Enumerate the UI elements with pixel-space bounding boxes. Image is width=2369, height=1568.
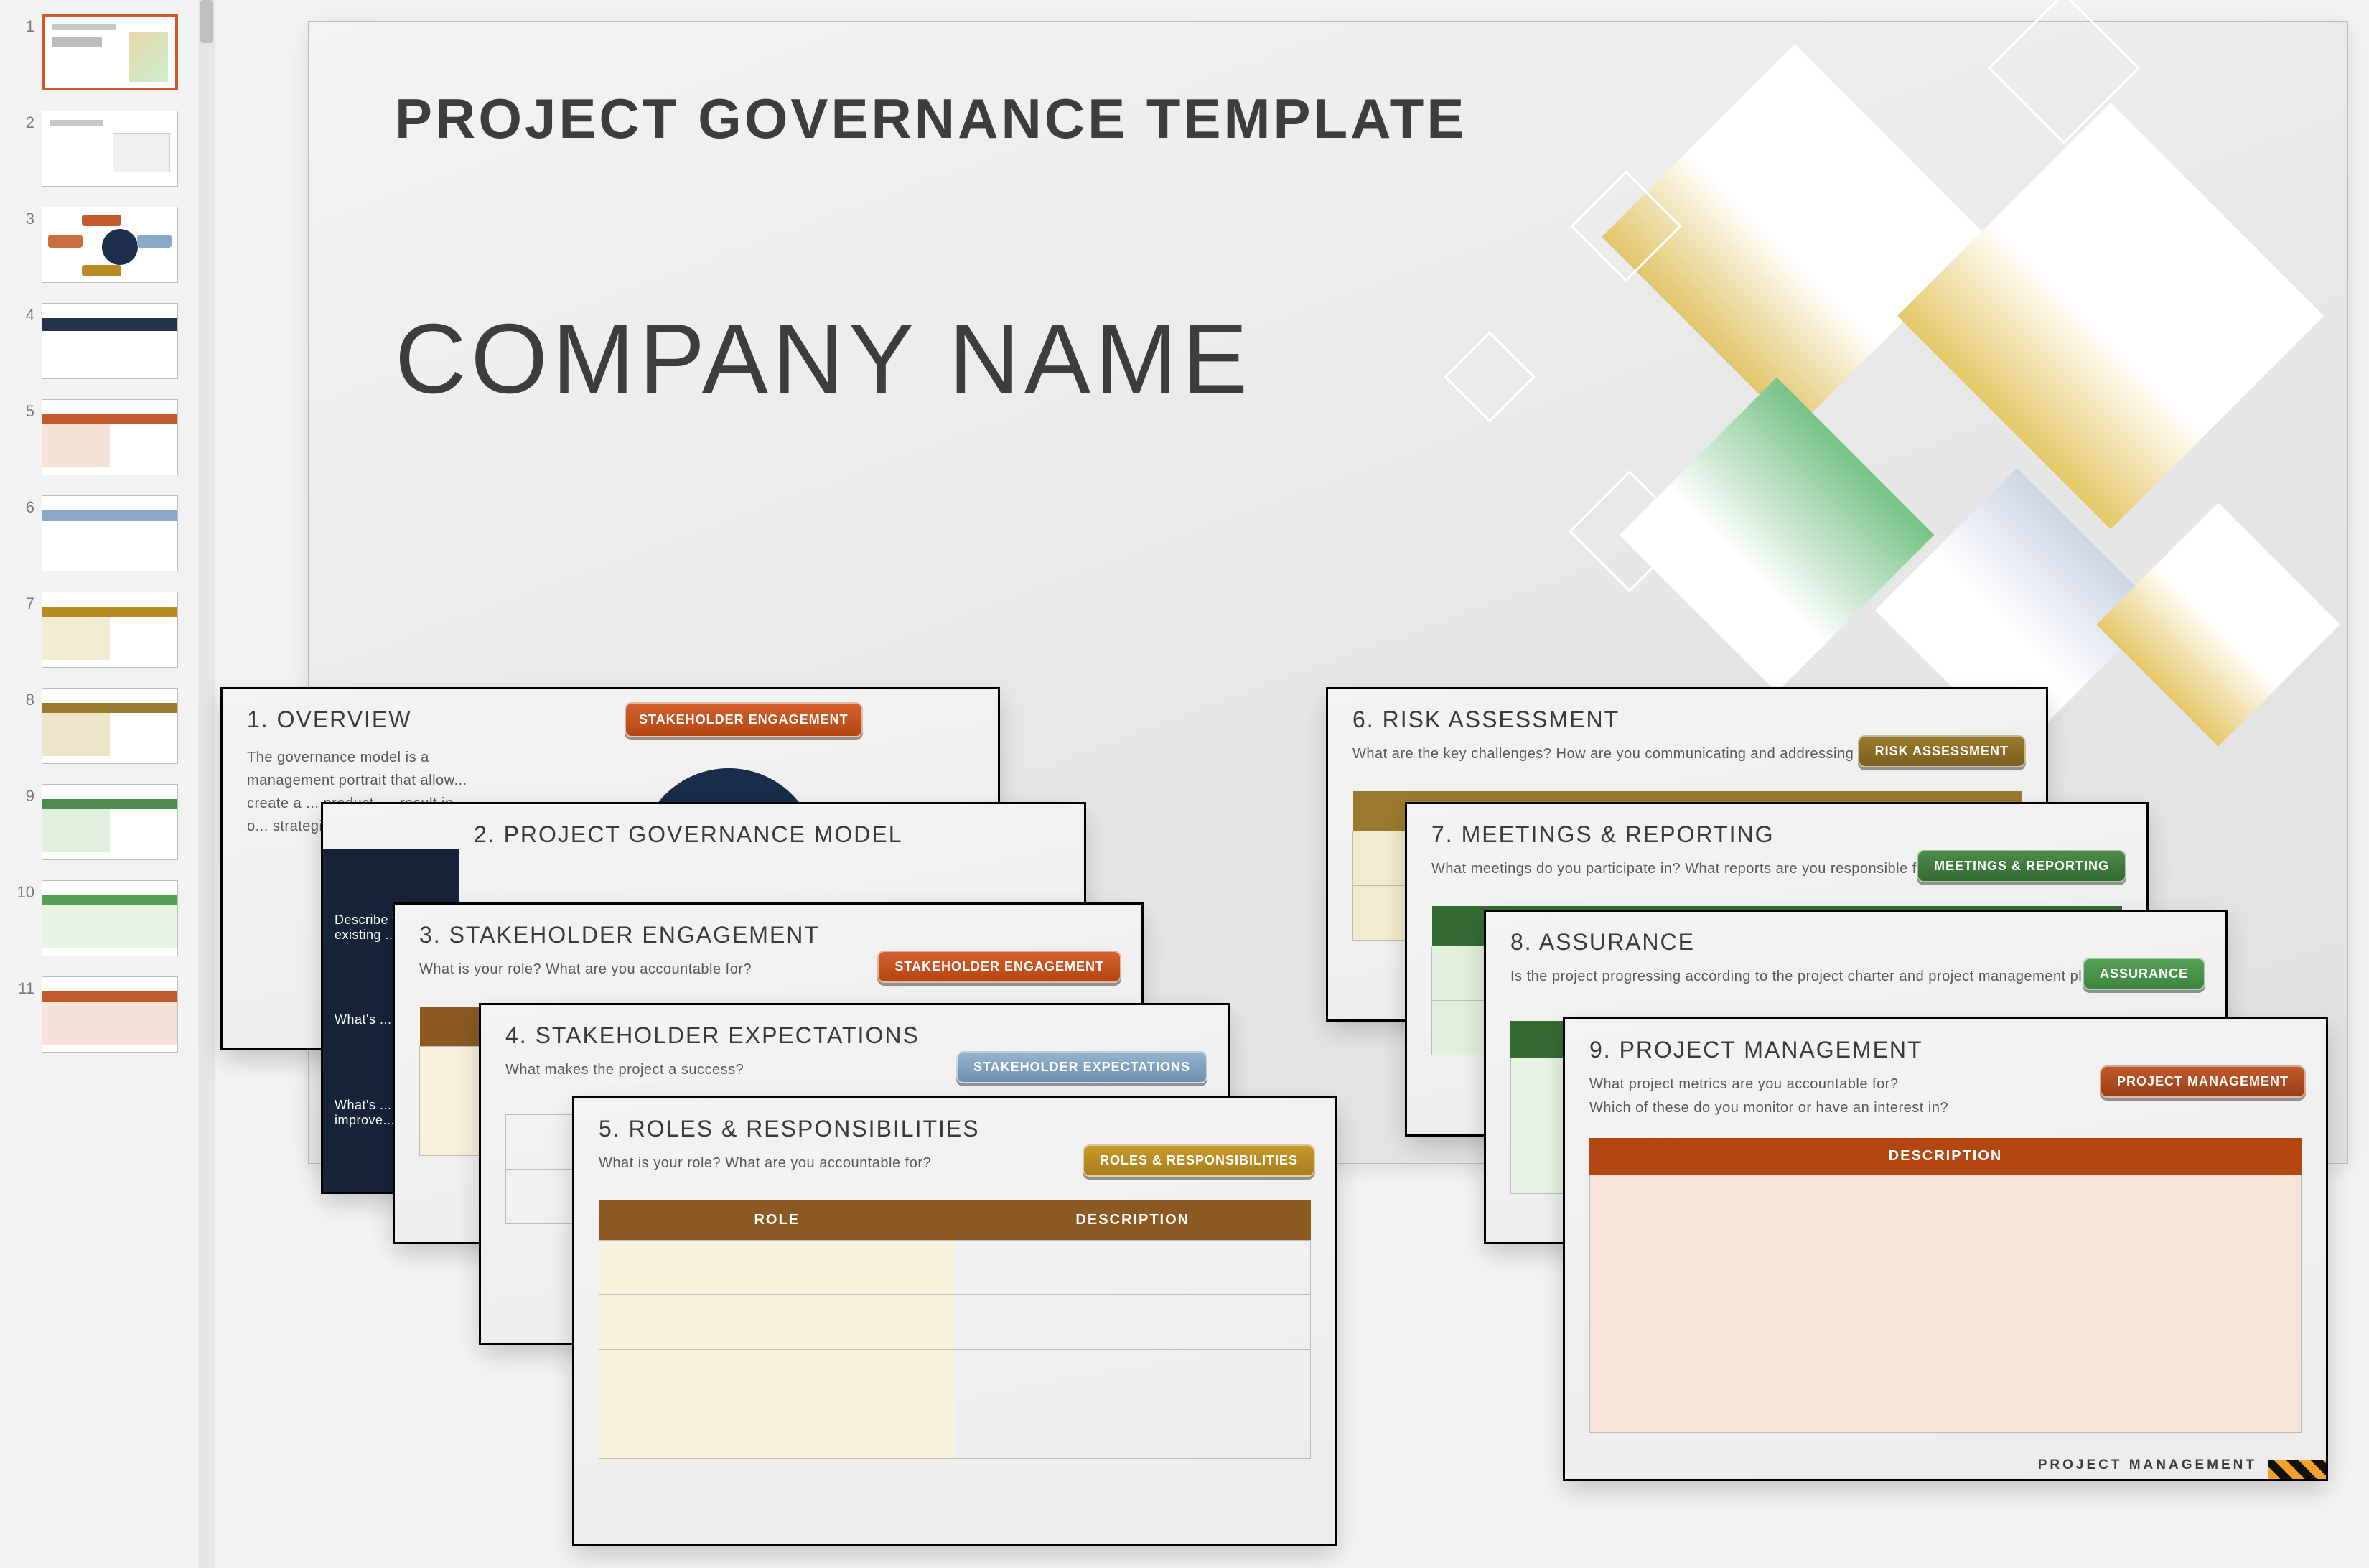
card-heading: 5. ROLES & RESPONSIBILITIES bbox=[599, 1116, 1311, 1142]
roles-chip[interactable]: ROLES & RESPONSIBILITIES bbox=[1083, 1144, 1315, 1177]
card-footer-label: PROJECT MANAGEMENT bbox=[2038, 1457, 2257, 1473]
card-heading: 8. ASSURANCE bbox=[1510, 929, 2201, 956]
slide-thumbnail-1[interactable] bbox=[42, 14, 178, 90]
slide-thumbnail-7[interactable] bbox=[42, 592, 178, 668]
table-row[interactable] bbox=[599, 1295, 1311, 1350]
stakeholder-engagement-chip[interactable]: STAKEHOLDER ENGAGEMENT bbox=[877, 951, 1121, 983]
card-heading: 9. PROJECT MANAGEMENT bbox=[1589, 1037, 2302, 1063]
slide-thumbnail-5[interactable] bbox=[42, 399, 178, 475]
app-root: 1 2 3 4 5 6 7 8 9 10 11 bbox=[0, 0, 2369, 1568]
meetings-chip[interactable]: MEETINGS & REPORTING bbox=[1917, 850, 2126, 882]
slide-number: 6 bbox=[14, 495, 34, 517]
slide-number: 8 bbox=[14, 688, 34, 709]
stakeholder-engagement-chip[interactable]: STAKEHOLDER ENGAGEMENT bbox=[625, 702, 863, 737]
slide-number: 3 bbox=[14, 207, 34, 228]
slide-panel: 1 2 3 4 5 6 7 8 9 10 11 bbox=[0, 0, 215, 1568]
card-heading: 3. STAKEHOLDER ENGAGEMENT bbox=[419, 922, 1117, 948]
slide-number: 9 bbox=[14, 784, 34, 806]
slide-number: 7 bbox=[14, 592, 34, 613]
slide-thumbnail-4[interactable] bbox=[42, 303, 178, 379]
slide-thumbnail-10[interactable] bbox=[42, 880, 178, 956]
card-heading: 2. PROJECT GOVERNANCE MODEL bbox=[474, 821, 1060, 848]
card-heading: 7. MEETINGS & REPORTING bbox=[1431, 821, 2122, 848]
slide-number: 4 bbox=[14, 303, 34, 325]
slide-title[interactable]: PROJECT GOVERNANCE TEMPLATE bbox=[395, 86, 2261, 151]
slide-number: 2 bbox=[14, 111, 34, 132]
card-heading: 4. STAKEHOLDER EXPECTATIONS bbox=[505, 1022, 1203, 1049]
slide-number: 11 bbox=[14, 976, 34, 998]
risk-chip[interactable]: RISK ASSESSMENT bbox=[1858, 735, 2026, 767]
card-heading: 6. RISK ASSESSMENT bbox=[1352, 706, 2022, 733]
card-roles[interactable]: 5. ROLES & RESPONSIBILITIES What is your… bbox=[574, 1098, 1335, 1544]
project-management-chip[interactable]: PROJECT MANAGEMENT bbox=[2100, 1065, 2306, 1098]
table-row[interactable] bbox=[599, 1241, 1311, 1295]
description-heading: DESCRIPTION bbox=[1589, 1138, 2302, 1175]
stakeholder-expectations-chip[interactable]: STAKEHOLDER EXPECTATIONS bbox=[956, 1051, 1207, 1083]
card-hint: Which of these do you monitor or have an… bbox=[1589, 1100, 2302, 1116]
table-row[interactable] bbox=[599, 1350, 1311, 1404]
slide-thumbnail-11[interactable] bbox=[42, 976, 178, 1053]
table-row[interactable] bbox=[599, 1404, 1311, 1459]
hazard-stripe-icon bbox=[2268, 1460, 2326, 1479]
slide-number: 1 bbox=[14, 14, 34, 36]
scroll-thumb[interactable] bbox=[200, 0, 213, 43]
assurance-chip[interactable]: ASSURANCE bbox=[2083, 958, 2205, 990]
col-description: DESCRIPTION bbox=[955, 1200, 1311, 1241]
card-project-management[interactable]: 9. PROJECT MANAGEMENT What project metri… bbox=[1565, 1019, 2326, 1479]
card-heading: 1. OVERVIEW bbox=[247, 706, 973, 733]
slide-thumbnail-8[interactable] bbox=[42, 688, 178, 764]
slide-number: 5 bbox=[14, 399, 34, 421]
diamond-icon bbox=[1897, 103, 2324, 529]
col-role: ROLE bbox=[599, 1200, 955, 1241]
slide-thumbnail-6[interactable] bbox=[42, 495, 178, 571]
editor-canvas[interactable]: PROJECT GOVERNANCE TEMPLATE COMPANY NAME… bbox=[215, 0, 2369, 1568]
slide-thumbnail-9[interactable] bbox=[42, 784, 178, 860]
slide-number: 10 bbox=[14, 880, 34, 902]
slide-thumbnail-3[interactable] bbox=[42, 207, 178, 283]
roles-table[interactable]: ROLE DESCRIPTION bbox=[599, 1200, 1311, 1459]
slide-thumbnail-2[interactable] bbox=[42, 111, 178, 187]
description-body[interactable] bbox=[1589, 1175, 2302, 1433]
slide-scrollbar[interactable] bbox=[198, 0, 215, 1568]
